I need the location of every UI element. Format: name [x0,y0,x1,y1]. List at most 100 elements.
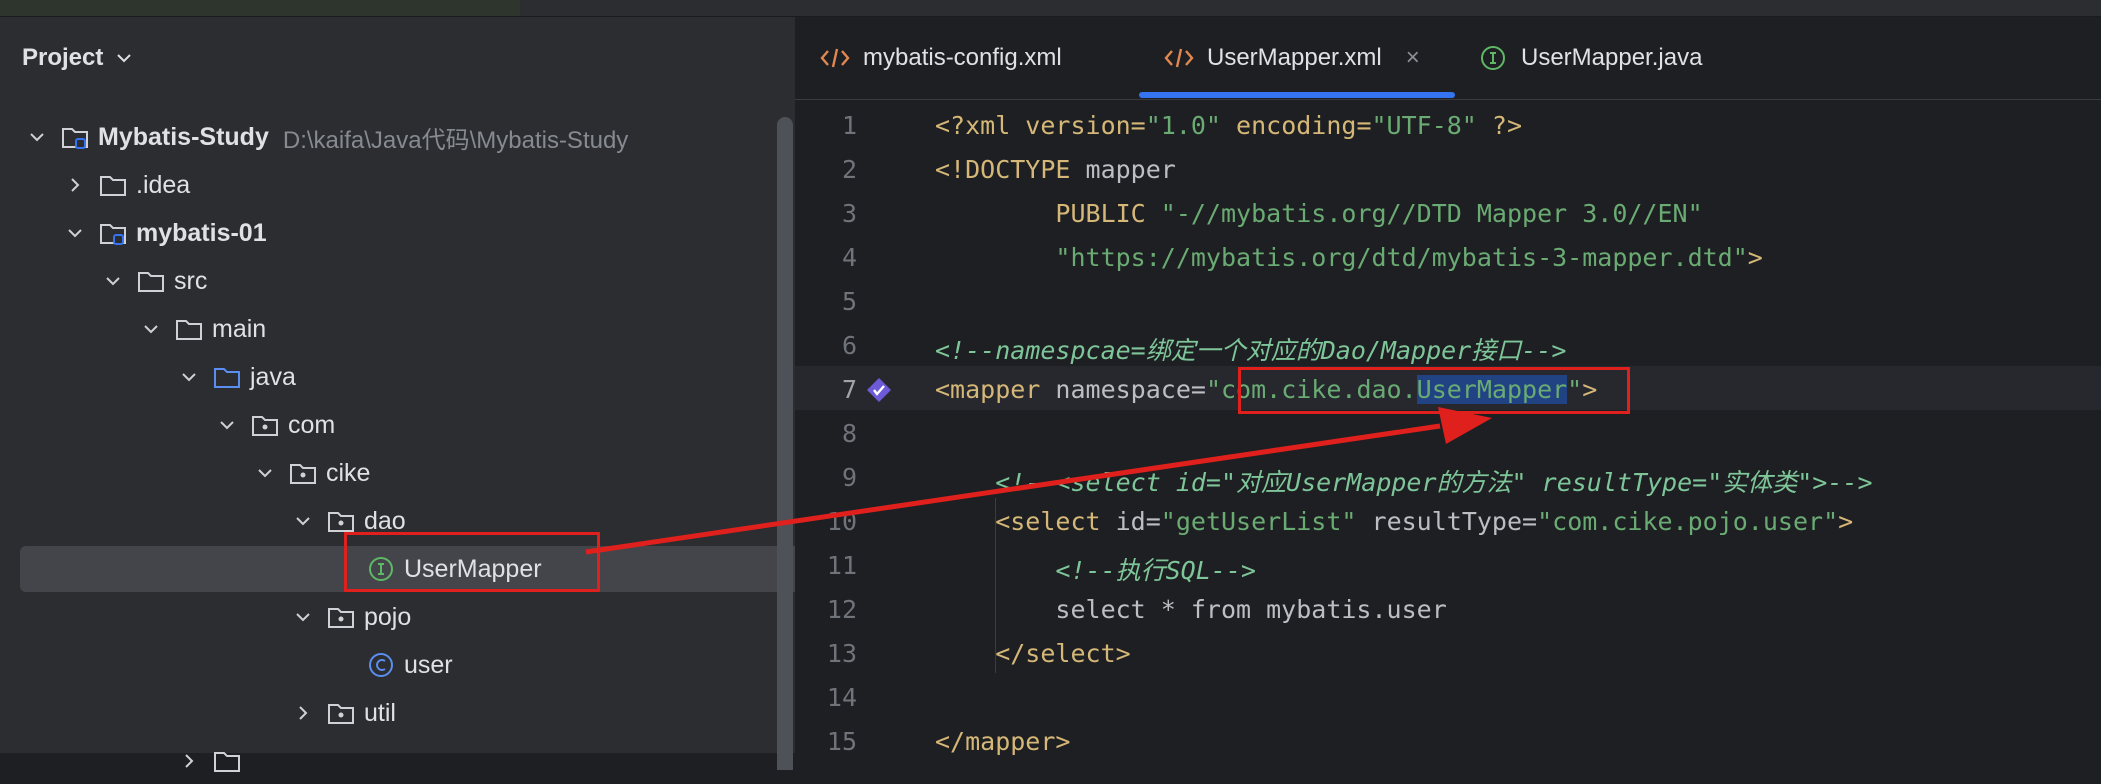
top-strip-shade [0,0,520,16]
tree-item-label: user [404,650,453,679]
tree-item-label: java [250,362,296,391]
xml-file-icon [1164,48,1194,68]
window-top-strip [0,0,2101,17]
folder-icon [176,320,202,340]
code-line[interactable]: 12 select * from mybatis.user [795,586,2101,630]
line-number: 8 [841,419,857,448]
line-number: 11 [826,551,857,580]
line-number: 7 [841,375,857,404]
tab-label: mybatis-config.xml [863,44,1062,71]
interface-icon [1481,46,1505,70]
line-text: <!--namespcae=绑定一个对应的Dao/Mapper接口--> [935,336,1567,365]
chevron-down-icon[interactable] [216,414,238,436]
folder-icon [138,272,164,292]
project-header[interactable]: Project [22,43,135,73]
package-icon [252,416,278,436]
tab-usermapper-java[interactable]: UserMapper.java [1477,17,1702,99]
folder-icon [100,176,126,196]
chevron-down-icon[interactable] [26,126,48,148]
chevron-right-icon[interactable] [292,702,314,724]
line-number: 1 [841,111,857,140]
line-text: select * from mybatis.user [935,595,1447,624]
active-tab-indicator [1139,92,1455,98]
mybatis-navigate-icon[interactable] [865,376,893,404]
tab-label: UserMapper.java [1521,44,1703,71]
tab-mybatis-config-xml[interactable]: mybatis-config.xml [819,17,1062,99]
code-line[interactable]: 3 PUBLIC "-//mybatis.org//DTD Mapper 3.0… [795,190,2101,234]
tree-item-label: src [174,266,208,295]
line-number: 3 [841,199,857,228]
tree-item-label: cike [326,458,371,487]
tree-item-label: pojo [364,602,412,631]
line-number: 5 [841,287,857,316]
project-scrollbar[interactable] [777,117,793,770]
tab-label: UserMapper.xml [1207,44,1382,71]
package-icon [328,704,354,724]
chevron-down-icon[interactable] [254,462,276,484]
tree-item-src[interactable]: src [0,258,877,304]
module-folder-icon [62,128,88,149]
package-icon [290,464,316,484]
line-number: 4 [841,243,857,272]
project-title: Project [22,44,104,71]
line-number: 2 [841,155,857,184]
code-line[interactable]: 13 </select> [795,630,2101,674]
tree-item-idea[interactable]: .idea [0,162,839,208]
chevron-down-icon[interactable] [140,318,162,340]
tree-item-label: main [212,314,267,343]
code-line[interactable]: 4 "https://mybatis.org/dtd/mybatis-3-map… [795,234,2101,278]
line-text: <!DOCTYPE mapper [935,155,1176,184]
code-line[interactable]: 10 <select id="getUserList" resultType="… [795,498,2101,542]
line-number: 15 [826,727,857,756]
code-line[interactable]: 14 [795,674,2101,718]
line-number: 13 [826,639,857,668]
chevron-down-icon[interactable] [64,222,86,244]
editor-tab-bar: mybatis-config.xml UserMapper.xml × User… [795,17,2101,100]
chevron-down-icon[interactable] [178,366,200,388]
source-folder-icon [214,368,240,388]
close-icon[interactable]: × [1406,44,1420,72]
line-number: 6 [841,331,857,360]
line-text: "https://mybatis.org/dtd/mybatis-3-mappe… [1055,243,1763,272]
line-text: <select id="getUserList" resultType="com… [935,507,1854,536]
code-line[interactable]: 5 [795,278,2101,322]
tree-item-label: com [288,410,336,439]
line-text: <!--<select id="对应UserMapper的方法" resultT… [935,468,1873,497]
chevron-down-icon[interactable] [102,270,124,292]
tree-item-label: mybatis-01 [136,218,267,247]
line-text: </select> [935,639,1131,668]
line-text: <?xml version="1.0" encoding="UTF-8" ?> [935,111,1523,140]
package-icon [328,608,354,628]
code-line[interactable]: 6 <!--namespcae=绑定一个对应的Dao/Mapper接口--> [795,322,2101,366]
tree-item-label: Mybatis-Study [98,122,269,151]
tree-item-label: util [364,698,396,727]
tab-usermapper-xml[interactable]: UserMapper.xml × [1163,17,1420,99]
code-line[interactable]: 2 <!DOCTYPE mapper [795,146,2101,190]
line-text: <!--执行SQL--> [935,556,1256,585]
module-folder-icon [100,224,126,245]
annotation-box-namespace [1238,367,1630,414]
tree-item-mybatis-study[interactable]: Mybatis-Study D:\kaifa\Java代码\Mybatis-St… [0,114,801,160]
tree-item-label: .idea [136,170,191,199]
chevron-down-icon[interactable] [292,510,314,532]
project-tool-window: Project Mybatis-Study D:\kaifa\Java代码\My… [0,17,1118,772]
line-number: 12 [826,595,857,624]
chevron-right-icon[interactable] [64,174,86,196]
line-number: 14 [826,683,857,712]
project-path: D:\kaifa\Java代码\Mybatis-Study [282,126,629,154]
chevron-right-icon[interactable] [178,750,200,772]
chevron-down-icon[interactable] [113,47,135,69]
xml-file-icon [820,48,850,68]
code-line[interactable]: 8 [795,410,2101,454]
class-icon [369,653,393,677]
code-line[interactable]: 9 <!--<select id="对应UserMapper的方法" resul… [795,454,2101,498]
annotation-box-tree [344,532,600,592]
code-line[interactable]: 11 <!--执行SQL--> [795,542,2101,586]
code-line[interactable]: 15 </mapper> [795,718,2101,762]
line-text: PUBLIC "-//mybatis.org//DTD Mapper 3.0//… [935,199,1703,228]
code-editor[interactable]: 1 <?xml version="1.0" encoding="UTF-8" ?… [795,102,2101,756]
chevron-down-icon[interactable] [292,606,314,628]
line-number: 10 [826,507,857,536]
code-line[interactable]: 1 <?xml version="1.0" encoding="UTF-8" ?… [795,102,2101,146]
tree-item-mybatis-01[interactable]: mybatis-01 [0,210,839,256]
